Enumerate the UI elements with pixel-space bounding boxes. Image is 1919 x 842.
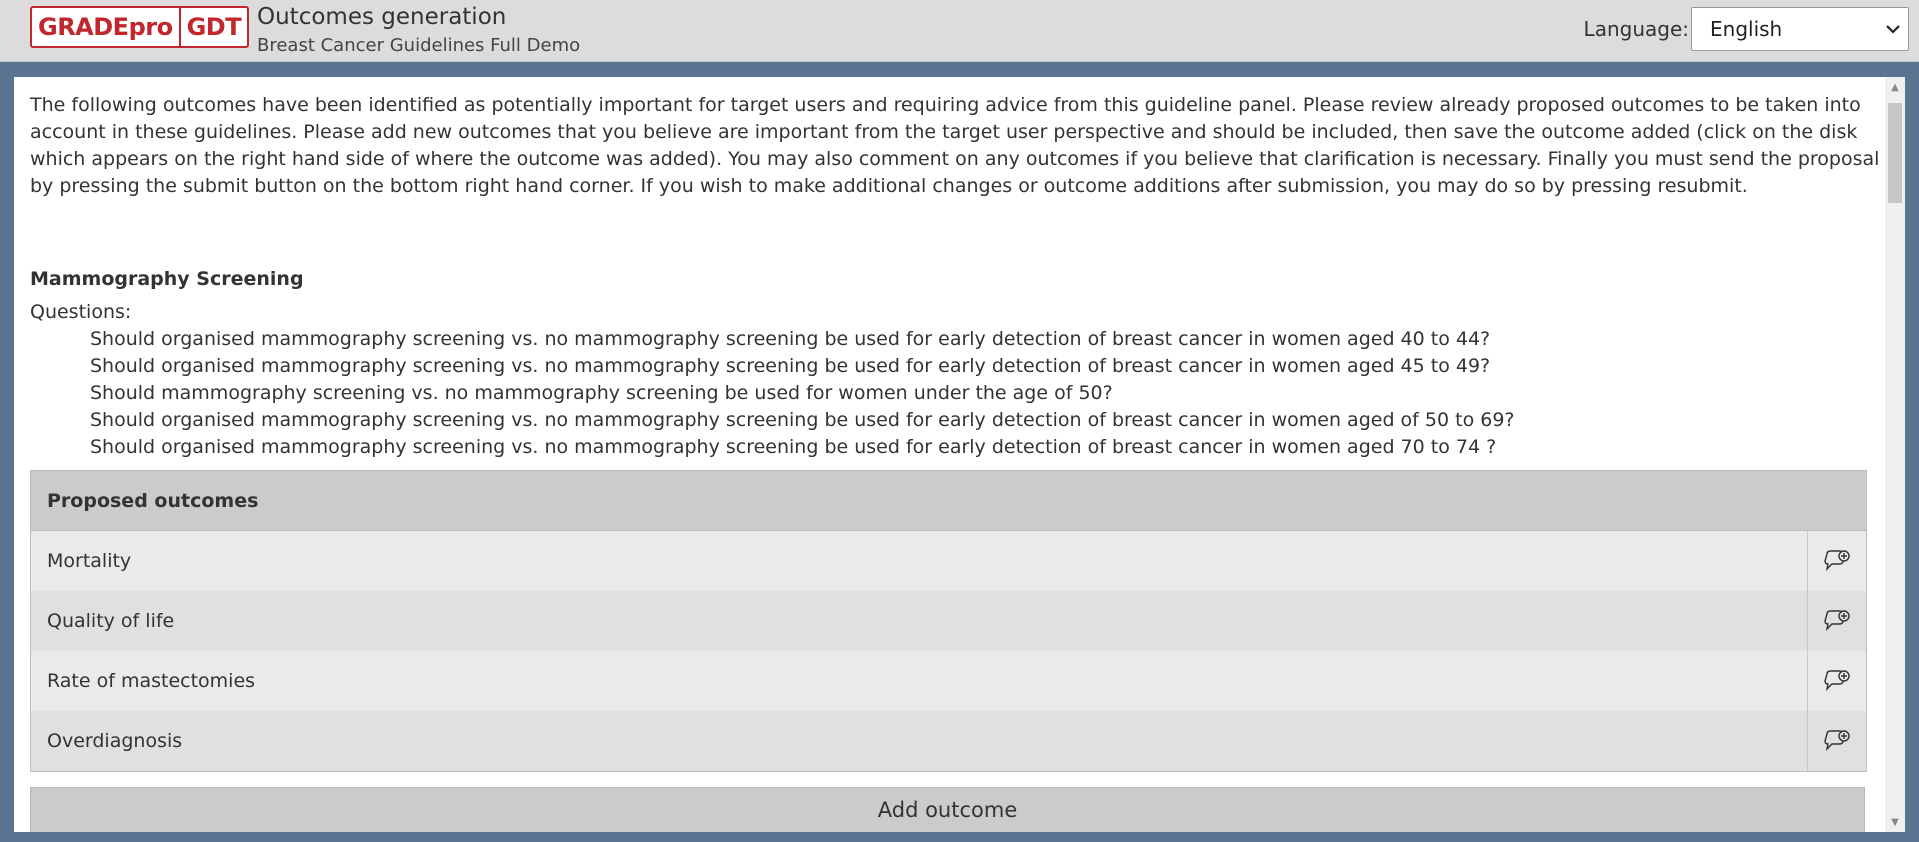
section-title: Mammography Screening: [30, 268, 304, 290]
main-panel: The following outcomes have been identif…: [14, 77, 1905, 832]
scroll-up-arrow-icon[interactable]: ▲: [1885, 77, 1905, 97]
vertical-scrollbar[interactable]: ▲ ▼: [1885, 77, 1905, 832]
logo-text-gradepro: GRADEpro: [38, 13, 173, 41]
language-select[interactable]: English: [1691, 7, 1909, 51]
proposed-outcomes-table: Proposed outcomes Mortality Quality of l…: [30, 470, 1867, 772]
chevron-down-icon: [1886, 25, 1900, 34]
add-comment-button[interactable]: [1807, 651, 1866, 711]
page-title: Outcomes generation: [257, 4, 507, 30]
scroll-down-arrow-icon[interactable]: ▼: [1885, 812, 1905, 832]
outcome-name: Overdiagnosis: [47, 730, 183, 752]
outcome-name: Quality of life: [47, 610, 175, 632]
outcome-name: Mortality: [47, 550, 132, 572]
question-item: Should organised mammography screening v…: [90, 436, 1497, 458]
question-item: Should organised mammography screening v…: [90, 328, 1491, 350]
logo-text-gdt: GDT: [178, 8, 248, 46]
questions-label: Questions:: [30, 301, 132, 323]
panel-content: The following outcomes have been identif…: [30, 92, 1880, 832]
add-comment-icon: [1824, 610, 1850, 632]
add-comment-icon: [1824, 550, 1850, 572]
outcomes-rows: Mortality Quality of life Rate of mastec…: [31, 531, 1866, 771]
add-outcome-button[interactable]: Add outcome: [30, 787, 1865, 832]
language-selector: Language: English: [1584, 7, 1909, 51]
add-comment-button[interactable]: [1807, 711, 1866, 771]
add-comment-icon: [1824, 670, 1850, 692]
outcome-row: Mortality: [31, 531, 1866, 591]
add-comment-button[interactable]: [1807, 591, 1866, 651]
instructions-text: The following outcomes have been identif…: [30, 94, 1880, 197]
scrollbar-thumb[interactable]: [1888, 103, 1902, 203]
app-header: GRADEpro GDT Outcomes generation Breast …: [0, 0, 1919, 62]
question-item: Should mammography screening vs. no mamm…: [90, 382, 1113, 404]
outcome-name: Rate of mastectomies: [47, 670, 256, 692]
question-item: Should organised mammography screening v…: [90, 409, 1515, 431]
gradepro-logo[interactable]: GRADEpro GDT: [30, 6, 250, 48]
proposed-outcomes-header: Proposed outcomes: [31, 471, 1866, 531]
outcome-row: Rate of mastectomies: [31, 651, 1866, 711]
outcome-row: Quality of life: [31, 591, 1866, 651]
language-select-value: English: [1710, 17, 1783, 41]
project-subtitle: Breast Cancer Guidelines Full Demo: [257, 35, 581, 56]
add-comment-button[interactable]: [1807, 531, 1866, 591]
outcome-row: Overdiagnosis: [31, 711, 1866, 771]
language-label: Language:: [1583, 17, 1689, 41]
questions-list: Should organised mammography screening v…: [30, 326, 1880, 461]
header-titles: Outcomes generation Breast Cancer Guidel…: [257, 3, 580, 61]
question-item: Should organised mammography screening v…: [90, 355, 1491, 377]
add-comment-icon: [1824, 730, 1850, 752]
